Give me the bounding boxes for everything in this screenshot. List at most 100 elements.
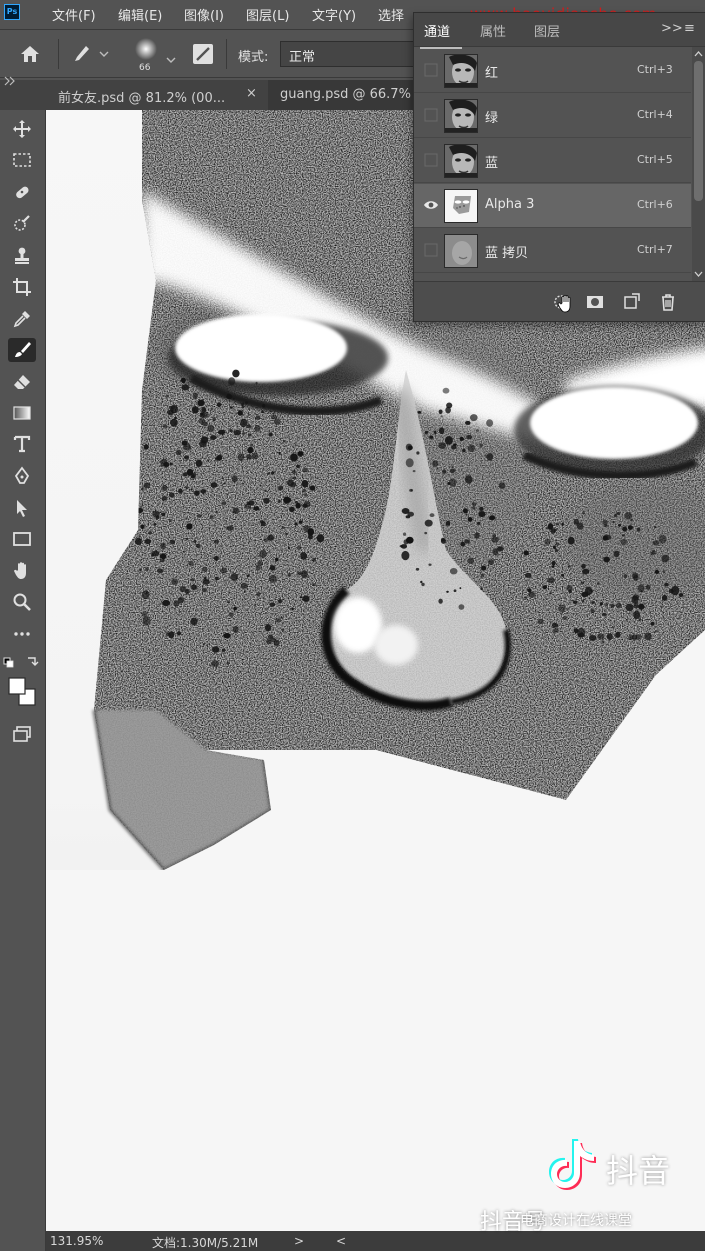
freckle-dot bbox=[449, 468, 456, 474]
freckle-dot bbox=[606, 633, 613, 640]
tab-document-1[interactable]: 前女友.psd @ 81.2% (00... × bbox=[46, 80, 268, 110]
freckle-dot bbox=[298, 520, 303, 524]
visibility-toggle[interactable] bbox=[422, 106, 440, 124]
visibility-toggle[interactable] bbox=[422, 151, 440, 169]
freckle-dot bbox=[139, 568, 142, 572]
freckle-dot bbox=[204, 576, 207, 580]
freckle-dot bbox=[465, 420, 471, 425]
type-icon[interactable] bbox=[8, 432, 36, 456]
collapse-panel-icon[interactable]: >> bbox=[661, 21, 683, 36]
toolbar-collapse-strip[interactable] bbox=[0, 76, 46, 110]
channel-name: 蓝 拷贝 bbox=[485, 246, 529, 261]
brush-size-preview-icon[interactable] bbox=[134, 38, 158, 66]
scroll-thumb[interactable] bbox=[694, 61, 703, 201]
crop-icon[interactable] bbox=[8, 275, 36, 299]
healing-brush-icon[interactable] bbox=[8, 180, 36, 204]
freckle-dot bbox=[255, 415, 261, 420]
menu-layer[interactable]: 图层(L) bbox=[246, 5, 289, 24]
freckle-dot bbox=[654, 569, 660, 574]
freckle-dot bbox=[195, 543, 201, 548]
panel-scrollbar[interactable] bbox=[692, 47, 705, 281]
freckle-dot bbox=[179, 611, 182, 613]
freckle-dot bbox=[654, 526, 657, 529]
channel-row[interactable]: 蓝 Ctrl+5 bbox=[414, 139, 691, 183]
quick-select-icon[interactable] bbox=[8, 212, 36, 236]
brush-settings-icon[interactable] bbox=[192, 43, 214, 69]
color-swatches-icon[interactable] bbox=[8, 676, 36, 714]
visibility-toggle[interactable] bbox=[422, 241, 440, 259]
freckle-dot bbox=[488, 559, 495, 565]
visibility-toggle[interactable] bbox=[422, 61, 440, 79]
freckle-dot bbox=[453, 443, 457, 446]
freckle-dot bbox=[186, 523, 193, 530]
close-icon[interactable]: × bbox=[246, 86, 257, 101]
menu-type[interactable]: 文字(Y) bbox=[312, 5, 356, 24]
freckle-dot bbox=[202, 578, 210, 585]
panel-menu-icon[interactable]: ≡ bbox=[684, 21, 695, 36]
menu-image[interactable]: 图像(I) bbox=[184, 5, 224, 24]
menu-select[interactable]: 选择 bbox=[378, 5, 404, 24]
eye-icon[interactable] bbox=[422, 196, 440, 214]
freckle-dot bbox=[429, 513, 435, 518]
path-select-icon[interactable] bbox=[8, 496, 36, 520]
freckle-dot bbox=[221, 477, 224, 480]
freckle-dot bbox=[185, 537, 189, 541]
zoom-level[interactable]: 131.95% bbox=[50, 1234, 103, 1248]
channel-row[interactable]: 蓝 拷贝 Ctrl+7 bbox=[414, 229, 691, 273]
freckle-dot bbox=[211, 660, 219, 667]
status-menu-arrow[interactable]: > bbox=[294, 1234, 304, 1248]
freckle-dot bbox=[266, 638, 272, 645]
channel-name: 红 bbox=[485, 66, 499, 81]
chevron-down-icon[interactable] bbox=[166, 49, 176, 68]
freckle-dot bbox=[141, 487, 144, 491]
brush-preset-icon[interactable] bbox=[72, 43, 110, 69]
home-icon[interactable] bbox=[20, 45, 40, 67]
channel-name: 蓝 bbox=[485, 156, 499, 171]
eyedropper-icon[interactable] bbox=[8, 307, 36, 331]
photoshop-logo-icon[interactable]: Ps bbox=[4, 4, 20, 20]
freckle-dot bbox=[615, 631, 621, 638]
freckle-dot bbox=[480, 573, 484, 578]
mode-select[interactable]: 正常 bbox=[280, 41, 420, 67]
pen-icon[interactable] bbox=[8, 464, 36, 488]
new-channel-icon[interactable] bbox=[622, 292, 642, 312]
gradient-icon[interactable] bbox=[8, 401, 36, 425]
tab-layers[interactable]: 图层 bbox=[534, 21, 560, 40]
channel-row[interactable]: Alpha 3 Ctrl+6 bbox=[414, 184, 691, 228]
delete-icon[interactable] bbox=[658, 292, 678, 312]
freckle-dot bbox=[241, 482, 244, 485]
channel-row[interactable]: 绿 Ctrl+4 bbox=[414, 94, 691, 138]
scroll-left-arrow[interactable]: < bbox=[336, 1234, 346, 1248]
eraser-icon[interactable] bbox=[8, 370, 36, 394]
divider bbox=[58, 39, 59, 69]
tab-properties[interactable]: 属性 bbox=[480, 21, 506, 40]
freckle-dot bbox=[464, 475, 473, 484]
brush-icon[interactable] bbox=[8, 338, 36, 362]
freckle-dot bbox=[169, 462, 173, 466]
save-mask-icon[interactable] bbox=[585, 292, 605, 312]
more-icon[interactable] bbox=[8, 622, 36, 646]
stamp-icon[interactable] bbox=[8, 244, 36, 268]
freckle-dot bbox=[169, 519, 172, 523]
hand-icon[interactable] bbox=[8, 559, 36, 583]
freckle-dot bbox=[133, 527, 136, 531]
freckle-dot bbox=[223, 633, 231, 639]
freckle-dot bbox=[268, 432, 273, 437]
marquee-icon[interactable] bbox=[8, 148, 36, 172]
freckle-dot bbox=[168, 405, 174, 410]
swap-colors-icon[interactable] bbox=[2, 652, 42, 676]
tab-channels[interactable]: 通道 bbox=[419, 21, 463, 49]
rectangle-icon[interactable] bbox=[8, 527, 36, 551]
zoom-icon[interactable] bbox=[8, 590, 36, 614]
move-icon[interactable] bbox=[8, 117, 36, 141]
menu-edit[interactable]: 编辑(E) bbox=[118, 5, 162, 24]
channel-row[interactable]: 红 Ctrl+3 bbox=[414, 49, 691, 93]
channel-shortcut: Ctrl+7 bbox=[637, 243, 673, 256]
freckle-dot bbox=[232, 369, 240, 378]
freckle-dot bbox=[281, 526, 285, 529]
freckle-dot bbox=[226, 661, 230, 665]
screen-mode-icon[interactable] bbox=[8, 722, 36, 746]
freckle-dot bbox=[215, 511, 218, 514]
freckle-dot bbox=[596, 582, 600, 585]
menu-file[interactable]: 文件(F) bbox=[52, 5, 96, 24]
